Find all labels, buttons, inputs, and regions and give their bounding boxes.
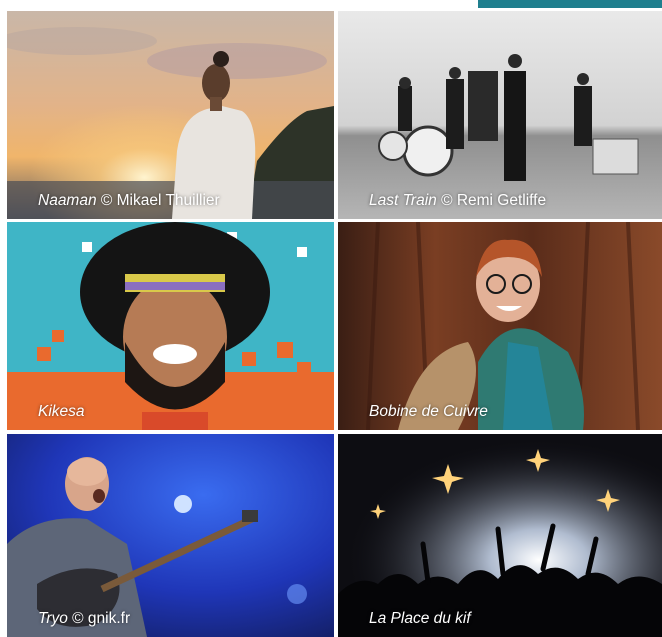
- artist-tile-last-train[interactable]: Last Train © Remi Getliffe: [338, 11, 662, 219]
- caption-la-place-du-kif: La Place du kif: [369, 610, 471, 627]
- caption-kikesa: Kikesa: [38, 403, 85, 420]
- artist-tile-la-place-du-kif[interactable]: La Place du kif: [338, 434, 662, 637]
- artist-photo-grid: Naaman © Mikael Thuillier Last Train © R…: [7, 11, 662, 637]
- artist-tile-bobine-de-cuivre[interactable]: Bobine de Cuivre: [338, 222, 662, 430]
- artist-tile-naaman[interactable]: Naaman © Mikael Thuillier: [7, 11, 334, 219]
- artist-photo-bobine-de-cuivre: [338, 222, 662, 430]
- caption-last-train: Last Train © Remi Getliffe: [369, 192, 547, 209]
- caption-tryo: Tryo © gnik.fr: [38, 610, 131, 627]
- artist-tile-kikesa[interactable]: Kikesa: [7, 222, 334, 430]
- artist-photo-tryo: [7, 434, 334, 637]
- caption-naaman: Naaman © Mikael Thuillier: [38, 192, 220, 209]
- artist-tile-tryo[interactable]: Tryo © gnik.fr: [7, 434, 334, 637]
- artist-photo-kikesa: [7, 222, 334, 430]
- artist-photo-la-place-du-kif: [338, 434, 662, 637]
- artist-photo-last-train: [338, 11, 662, 219]
- accent-top-bar: [478, 0, 662, 8]
- artist-photo-naaman: [7, 11, 334, 219]
- caption-bobine-de-cuivre: Bobine de Cuivre: [369, 403, 488, 420]
